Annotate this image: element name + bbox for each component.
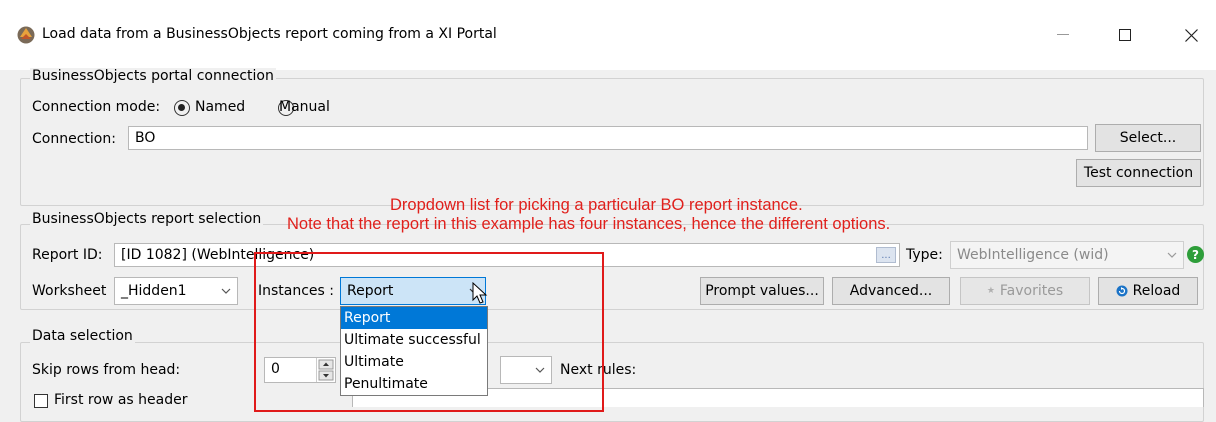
favorites-button-label: Favorites: [999, 283, 1064, 299]
chevron-down-icon: [1167, 252, 1177, 258]
named-radio-label: Named: [195, 99, 246, 115]
select-connection-button[interactable]: Select...: [1095, 124, 1201, 152]
instances-option[interactable]: Report: [341, 307, 487, 329]
data-selection-group-label: Data selection: [30, 328, 135, 344]
instances-option[interactable]: Penultimate: [341, 373, 487, 395]
advanced-button[interactable]: Advanced...: [832, 277, 950, 305]
instances-option[interactable]: Ultimate: [341, 351, 487, 373]
reload-button-label: Reload: [1132, 283, 1181, 299]
app-logo-icon: [16, 25, 36, 45]
annotation-line-1: Dropdown list for picking a particular B…: [390, 196, 803, 214]
test-connection-button[interactable]: Test connection: [1076, 159, 1201, 187]
connection-field[interactable]: BO: [128, 126, 1088, 150]
reload-icon: [1116, 285, 1128, 297]
close-icon: [1184, 28, 1198, 42]
worksheet-dropdown[interactable]: _Hidden1: [114, 277, 238, 305]
connection-label: Connection:: [32, 131, 116, 147]
instances-dropdown-list[interactable]: Report Ultimate successful Ultimate Penu…: [340, 306, 488, 396]
instances-option[interactable]: Ultimate successful: [341, 329, 487, 351]
help-icon-glyph: ?: [1192, 247, 1199, 262]
first-row-header-label: First row as header: [54, 392, 188, 408]
prompt-values-button[interactable]: Prompt values...: [700, 277, 824, 305]
report-selection-group-label: BusinessObjects report selection: [30, 211, 264, 227]
report-id-label: Report ID:: [32, 247, 103, 263]
favorites-button[interactable]: ★ Favorites: [960, 277, 1090, 305]
data-selection-group: [20, 342, 1204, 422]
portal-connection-group-label: BusinessObjects portal connection: [30, 68, 276, 84]
reload-button[interactable]: Reload: [1098, 277, 1198, 305]
connection-mode-label: Connection mode:: [32, 99, 161, 115]
maximize-button[interactable]: [1110, 22, 1140, 48]
star-icon: ★: [986, 286, 995, 296]
type-label: Type:: [906, 247, 943, 263]
first-row-header-checkbox[interactable]: [34, 394, 48, 408]
skip-rows-label: Skip rows from head:: [32, 362, 181, 378]
type-dropdown[interactable]: WebIntelligence (wid): [950, 241, 1184, 269]
window-title: Load data from a BusinessObjects report …: [42, 26, 497, 42]
worksheet-dropdown-value: _Hidden1: [121, 283, 187, 299]
browse-report-button[interactable]: ...: [876, 247, 896, 263]
named-radio[interactable]: [174, 100, 190, 116]
minimize-icon: [1057, 34, 1069, 35]
minimize-button[interactable]: [1048, 22, 1078, 48]
worksheet-label: Worksheet: [32, 283, 107, 299]
help-icon[interactable]: ?: [1187, 246, 1204, 263]
manual-radio-label: Manual: [279, 99, 330, 115]
close-button[interactable]: [1176, 22, 1206, 48]
annotation-line-2: Note that the report in this example has…: [287, 215, 891, 233]
type-dropdown-value: WebIntelligence (wid): [957, 247, 1109, 263]
chevron-down-icon: [221, 288, 231, 294]
maximize-icon: [1119, 29, 1131, 41]
